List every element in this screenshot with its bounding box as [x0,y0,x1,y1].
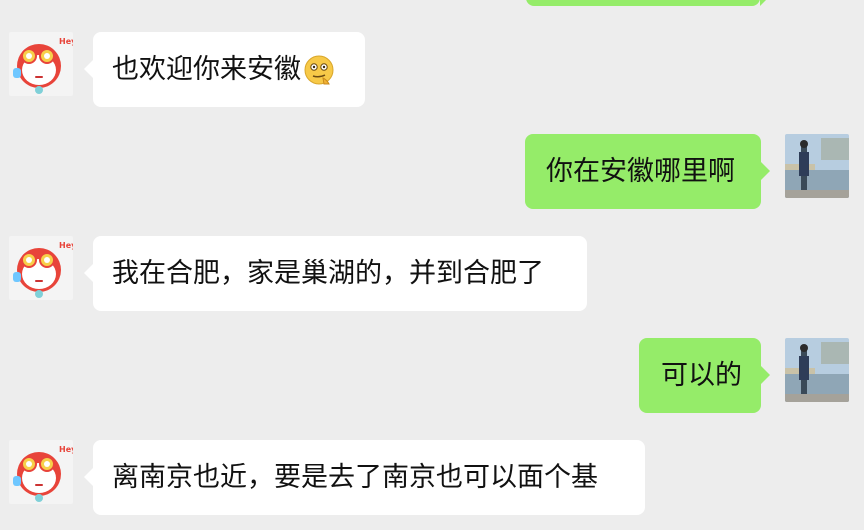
message-text: 可以的 [661,360,742,391]
message-text: 你在安徽哪里啊 [546,156,735,187]
my-avatar[interactable] [785,134,849,198]
contact-avatar[interactable]: Hey! [9,236,73,300]
thinking-face-icon [304,55,334,84]
message-text: 也欢迎你来安徽 [112,54,301,85]
avatar-badge: Hey! [59,241,73,250]
message-bubble-outgoing[interactable]: 你在安徽哪里啊 [525,134,770,209]
cartoon-avatar-icon: Hey! [9,236,73,300]
message-bubble-outgoing-partial [526,0,769,6]
message-bubble-incoming[interactable]: 也欢迎你来安徽 [84,32,365,107]
contact-avatar[interactable]: Hey! [9,32,73,96]
avatar-badge: Hey! [59,445,73,454]
message-text: 离南京也近，要是去了南京也可以面个基 [112,462,598,493]
cartoon-avatar-icon: Hey! [9,32,73,96]
contact-avatar[interactable]: Hey! [9,440,73,504]
message-text: 我在合肥，家是巢湖的，并到合肥了 [112,258,544,289]
message-bubble-incoming[interactable]: 离南京也近，要是去了南京也可以面个基 [84,440,645,515]
photo-avatar-icon [785,134,849,198]
avatar-badge: Hey! [59,37,73,46]
cartoon-avatar-icon: Hey! [9,440,73,504]
photo-avatar-icon [785,338,849,402]
message-bubble-outgoing[interactable]: 可以的 [639,338,770,413]
message-bubble-incoming[interactable]: 我在合肥，家是巢湖的，并到合肥了 [84,236,587,311]
my-avatar[interactable] [785,338,849,402]
